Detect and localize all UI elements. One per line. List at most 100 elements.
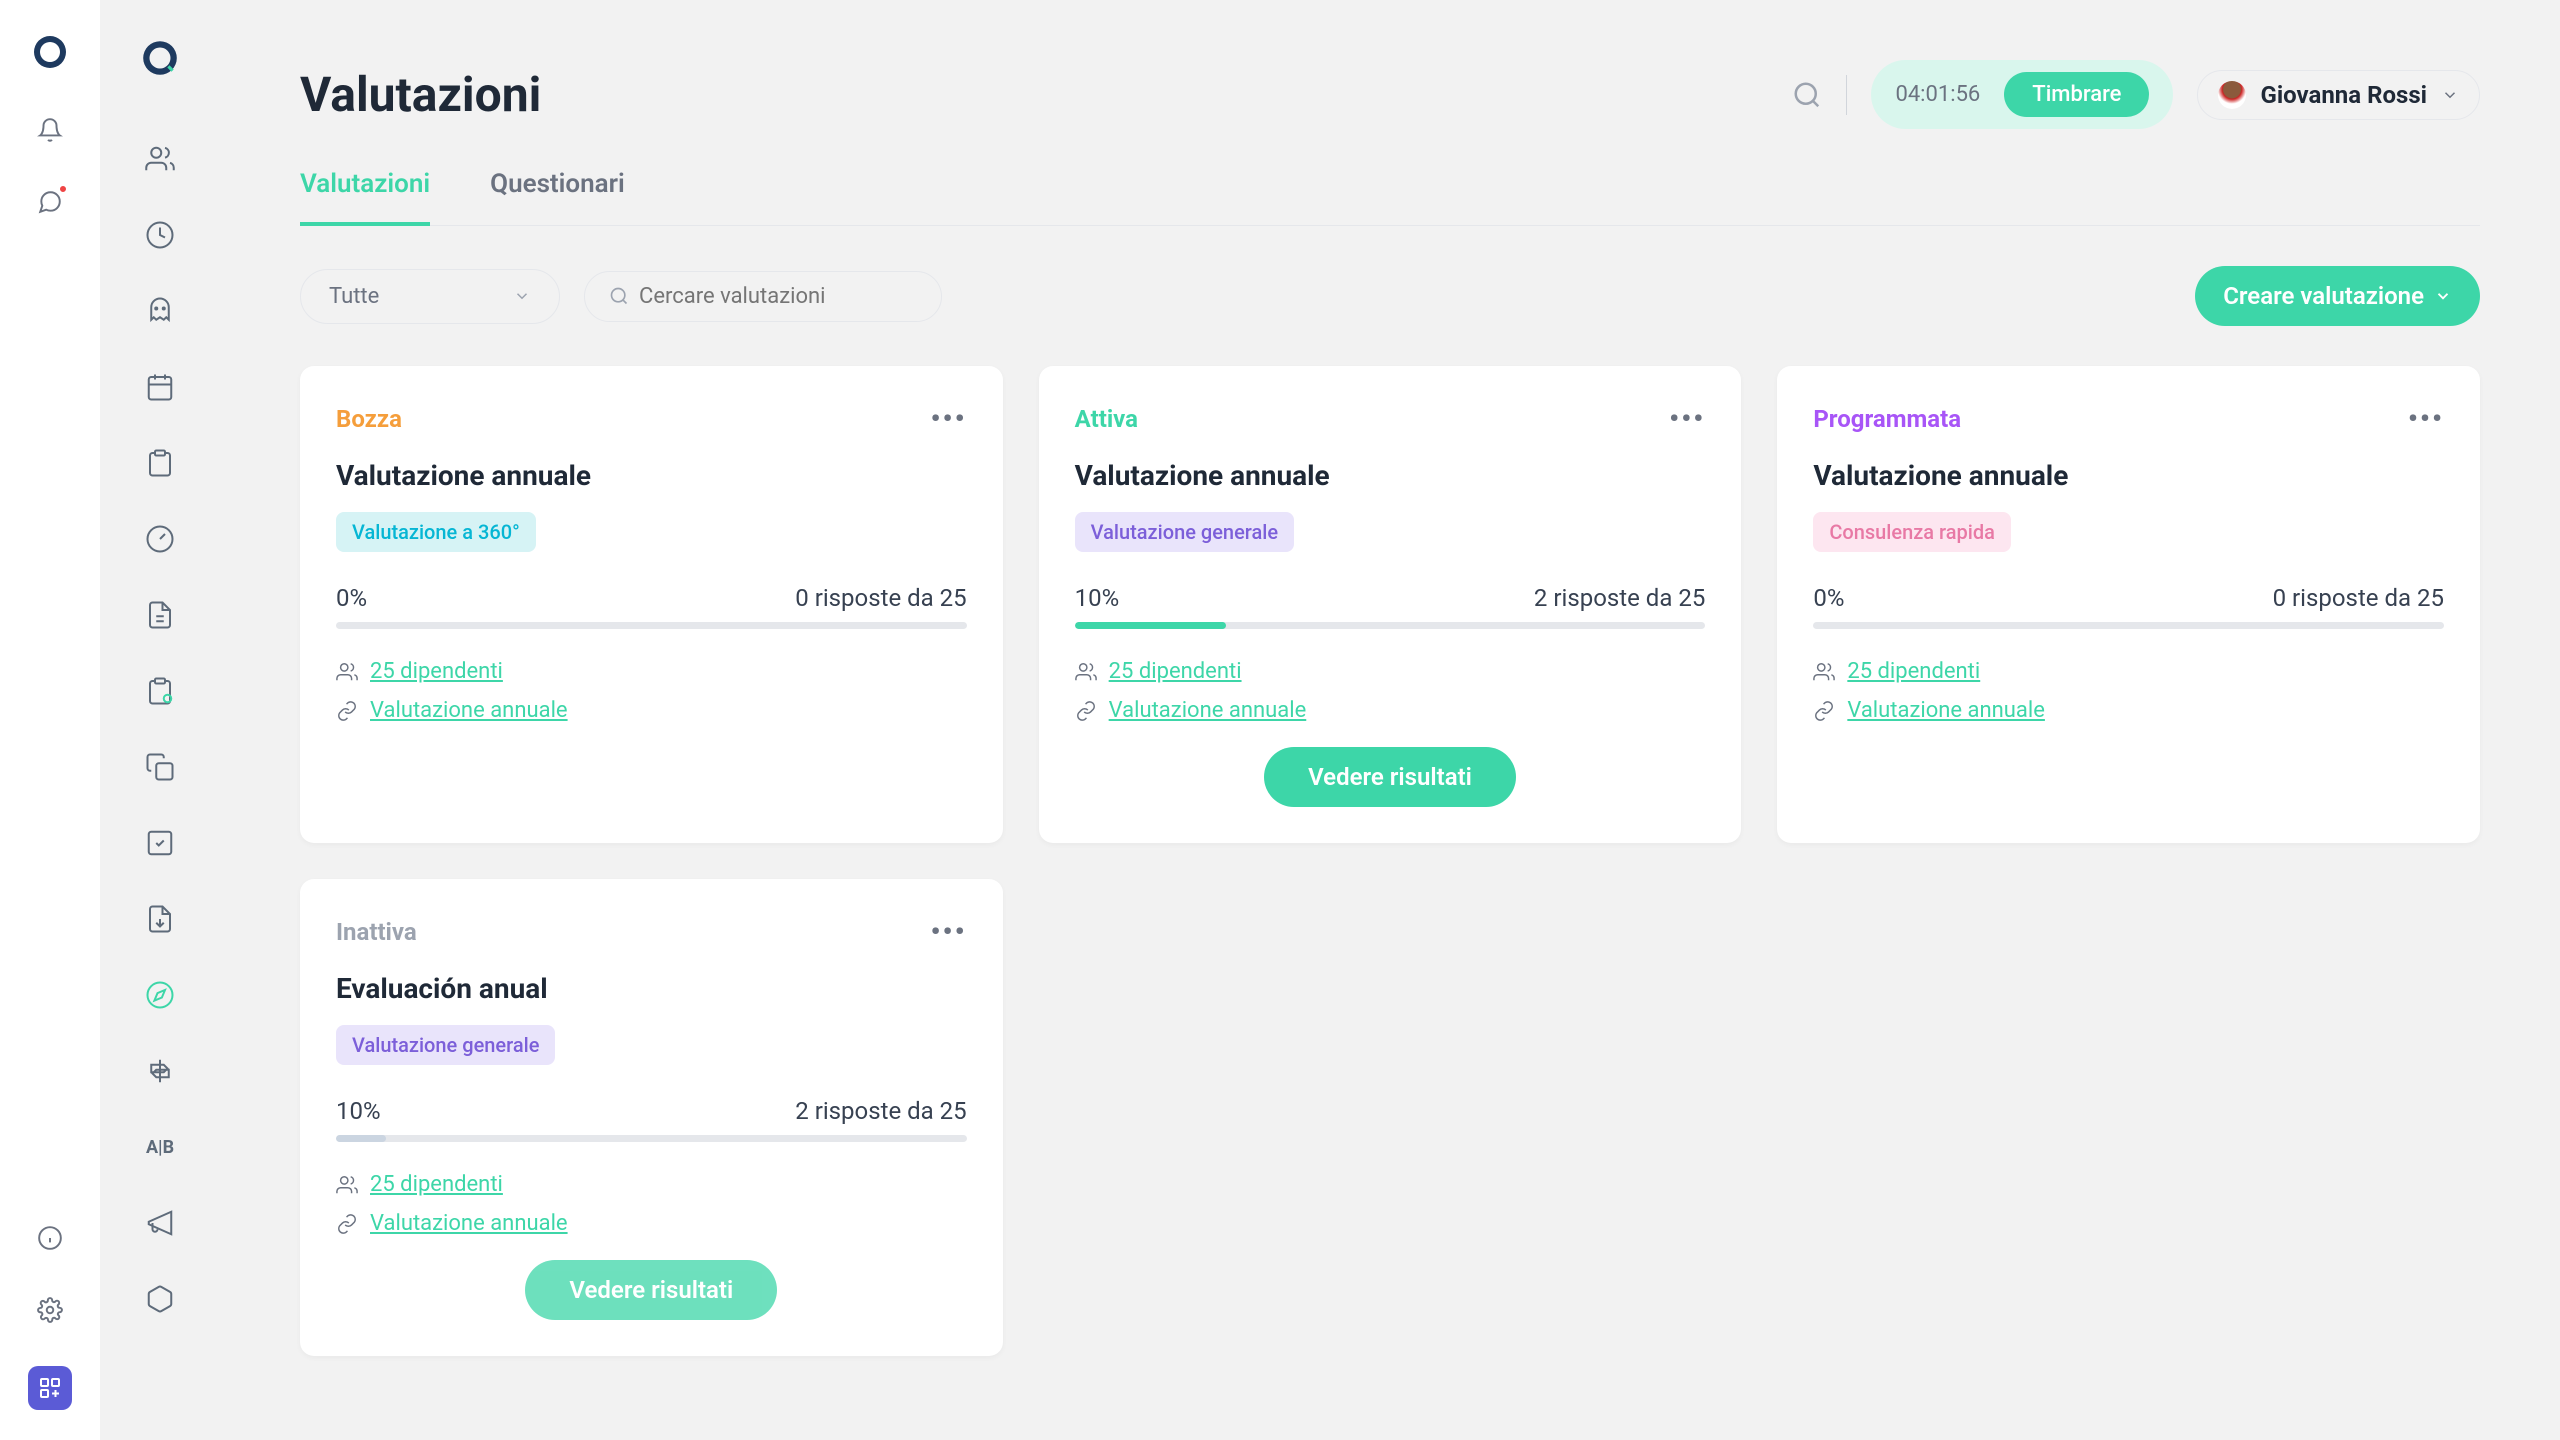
progress-bar [1813, 622, 2444, 629]
avatar [2218, 81, 2246, 109]
clipboard-icon[interactable] [143, 446, 177, 480]
filter-select[interactable]: Tutte [300, 269, 560, 324]
create-button[interactable]: Creare valutazione [2195, 266, 2480, 326]
card-title: Valutazione annuale [1813, 459, 2444, 492]
mini-sidebar [0, 0, 100, 1440]
copy-icon[interactable] [143, 750, 177, 784]
file-export-icon[interactable] [143, 902, 177, 936]
users-icon [1075, 661, 1097, 683]
cards-grid: Bozza ••• Valutazione annuale Valutazion… [300, 366, 2480, 1356]
page-title: Valutazioni [300, 66, 541, 123]
settings-icon[interactable] [34, 1294, 66, 1326]
chat-icon[interactable] [34, 186, 66, 218]
employees-link[interactable]: 25 dipendenti [370, 1172, 503, 1197]
evaluation-link[interactable]: Valutazione annuale [1109, 698, 1307, 723]
evaluation-link[interactable]: Valutazione annuale [370, 1211, 568, 1236]
chevron-down-icon [513, 287, 531, 305]
module-sidebar: A|B [100, 0, 220, 1440]
divider [1846, 75, 1847, 115]
users-icon [336, 1174, 358, 1196]
responses-text: 2 risposte da 25 [1534, 584, 1705, 612]
type-chip: Consulenza rapida [1813, 512, 2011, 552]
gauge-icon[interactable] [143, 522, 177, 556]
card-title: Valutazione annuale [336, 459, 967, 492]
link-icon [336, 700, 358, 722]
users-icon [1813, 661, 1835, 683]
status-label: Attiva [1075, 405, 1138, 433]
card-menu-icon[interactable]: ••• [930, 402, 966, 435]
evaluation-card: Bozza ••• Valutazione annuale Valutazion… [300, 366, 1003, 843]
employees-link[interactable]: 25 dipendenti [1109, 659, 1242, 684]
card-title: Evaluación anual [336, 972, 967, 1005]
progress-pct: 0% [1813, 584, 1844, 612]
responses-text: 2 risposte da 25 [795, 1097, 966, 1125]
progress-pct: 0% [336, 584, 367, 612]
ghost-icon[interactable] [143, 294, 177, 328]
notification-badge [58, 184, 68, 194]
responses-text: 0 risposte da 25 [795, 584, 966, 612]
timer-text: 04:01:56 [1895, 82, 1980, 107]
tab-0[interactable]: Valutazioni [300, 169, 430, 225]
progress-bar [336, 622, 967, 629]
timer-pill: 04:01:56 Timbrare [1871, 60, 2173, 129]
chevron-down-icon [2434, 287, 2452, 305]
search-field[interactable] [584, 271, 942, 322]
status-label: Programmata [1813, 405, 1961, 433]
user-name: Giovanna Rossi [2260, 81, 2427, 109]
progress-bar [336, 1135, 967, 1142]
card-menu-icon[interactable]: ••• [1669, 402, 1705, 435]
type-chip: Valutazione generale [1075, 512, 1294, 552]
view-results-button[interactable]: Vedere risultati [1264, 747, 1516, 807]
link-icon [1813, 700, 1835, 722]
evaluation-link[interactable]: Valutazione annuale [370, 698, 568, 723]
evaluation-card: Programmata ••• Valutazione annuale Cons… [1777, 366, 2480, 843]
module-logo [138, 36, 182, 80]
evaluation-card: Attiva ••• Valutazione annuale Valutazio… [1039, 366, 1742, 843]
calendar-icon[interactable] [143, 370, 177, 404]
users-icon[interactable] [143, 142, 177, 176]
checkbox-icon[interactable] [143, 826, 177, 860]
doc-icon[interactable] [143, 598, 177, 632]
employees-link[interactable]: 25 dipendenti [370, 659, 503, 684]
megaphone-icon[interactable] [143, 1206, 177, 1240]
signpost-icon[interactable] [143, 1054, 177, 1088]
hexagon-icon[interactable] [143, 1282, 177, 1316]
tab-1[interactable]: Questionari [490, 169, 625, 225]
progress-bar [1075, 622, 1706, 629]
link-icon [336, 1213, 358, 1235]
progress-pct: 10% [336, 1097, 381, 1125]
clock-icon[interactable] [143, 218, 177, 252]
compass-icon[interactable] [143, 978, 177, 1012]
filter-value: Tutte [329, 284, 379, 309]
link-icon [1075, 700, 1097, 722]
main-content: Valutazioni 04:01:56 Timbrare Giovanna R… [220, 0, 2560, 1440]
ab-icon[interactable]: A|B [143, 1130, 177, 1164]
type-chip: Valutazione a 360° [336, 512, 536, 552]
search-icon [609, 286, 629, 306]
status-label: Inattiva [336, 918, 417, 946]
create-button-label: Creare valutazione [2223, 282, 2424, 310]
apps-grid-button[interactable] [28, 1366, 72, 1410]
chevron-down-icon [2441, 86, 2459, 104]
card-menu-icon[interactable]: ••• [930, 915, 966, 948]
clock-in-button[interactable]: Timbrare [2004, 72, 2149, 117]
tabs: Valutazioni Questionari [300, 169, 2480, 226]
status-label: Bozza [336, 405, 402, 433]
card-title: Valutazione annuale [1075, 459, 1706, 492]
search-icon[interactable] [1792, 80, 1822, 110]
search-input[interactable] [639, 284, 917, 309]
evaluation-link[interactable]: Valutazione annuale [1847, 698, 2045, 723]
info-icon[interactable] [34, 1222, 66, 1254]
progress-pct: 10% [1075, 584, 1120, 612]
evaluation-card: Inattiva ••• Evaluación anual Valutazion… [300, 879, 1003, 1356]
type-chip: Valutazione generale [336, 1025, 555, 1065]
employees-link[interactable]: 25 dipendenti [1847, 659, 1980, 684]
bell-icon[interactable] [34, 114, 66, 146]
card-menu-icon[interactable]: ••• [2408, 402, 2444, 435]
view-results-button[interactable]: Vedere risultati [525, 1260, 777, 1320]
product-logo [28, 30, 72, 74]
responses-text: 0 risposte da 25 [2273, 584, 2444, 612]
user-menu[interactable]: Giovanna Rossi [2197, 70, 2480, 120]
clipboard-check-icon[interactable] [143, 674, 177, 708]
users-icon [336, 661, 358, 683]
